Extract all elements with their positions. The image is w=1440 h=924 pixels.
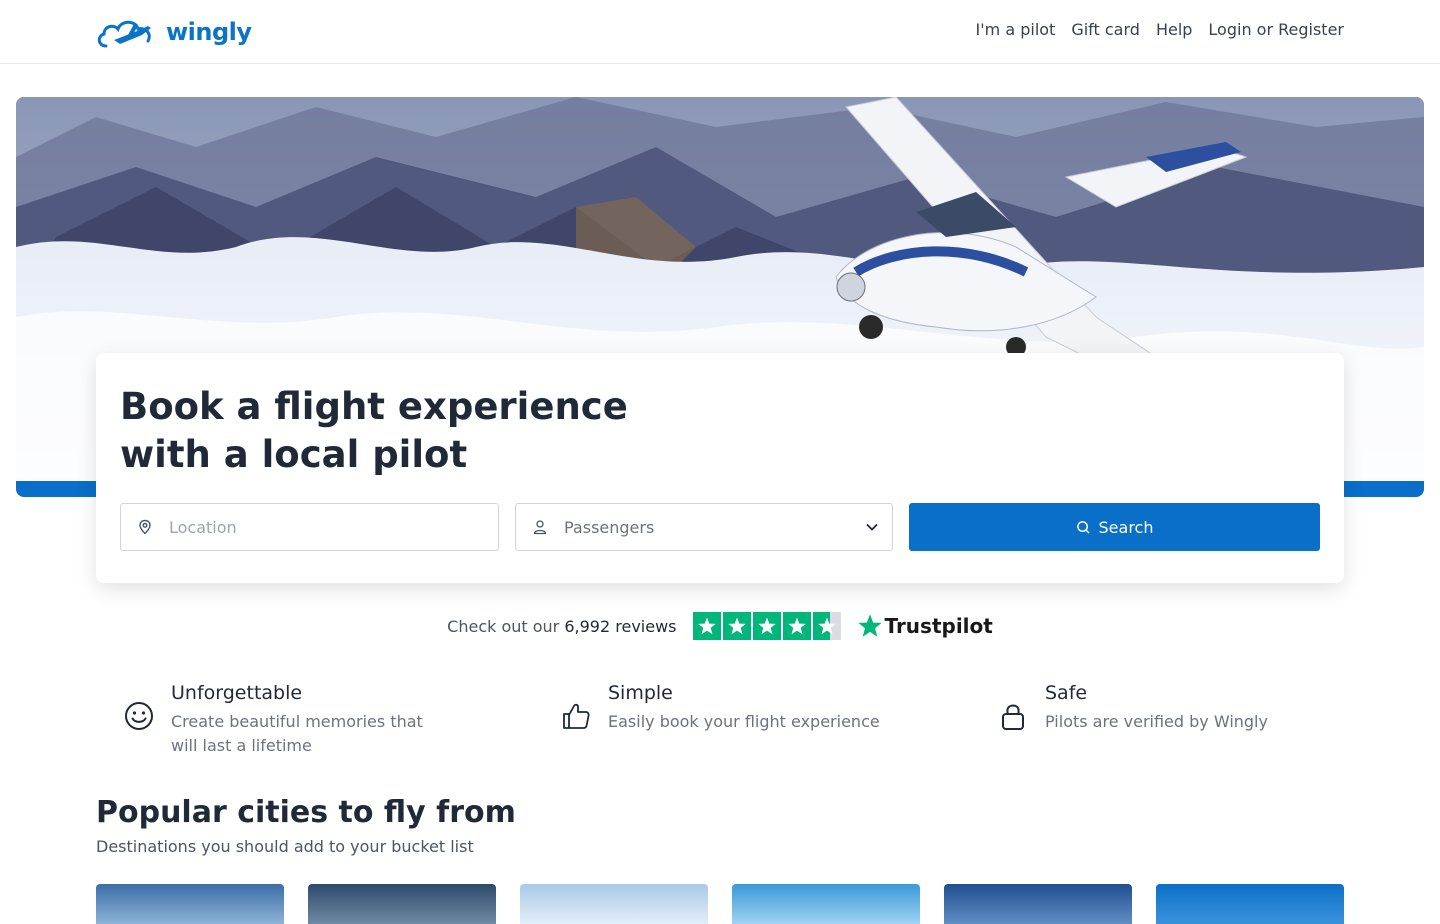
headline-line-1: Book a flight experience (120, 385, 628, 428)
reviews-text: Check out our 6,992 reviews (447, 617, 676, 636)
feature-description: Easily book your flight experience (608, 712, 880, 731)
search-button-label: Search (1098, 517, 1154, 537)
trustpilot-stars (692, 612, 841, 640)
city-card[interactable] (1156, 884, 1344, 924)
map-pin-icon (121, 519, 169, 535)
passengers-placeholder: Passengers (564, 517, 655, 537)
city-card[interactable] (732, 884, 920, 924)
nav-gift-card[interactable]: Gift card (1071, 20, 1140, 39)
feature-description: Pilots are verified by Wingly (1045, 712, 1268, 731)
city-card[interactable] (520, 884, 708, 924)
popular-cities-title: Popular cities to fly from (96, 795, 516, 830)
star-half-icon (812, 612, 841, 640)
nav-im-a-pilot[interactable]: I'm a pilot (976, 20, 1056, 39)
star-icon (752, 612, 781, 640)
nav-help[interactable]: Help (1156, 20, 1192, 39)
feature-simple: Simple Easily book your flight experienc… (560, 680, 880, 734)
feature-safe: Safe Pilots are verified by Wingly (997, 680, 1268, 734)
city-card[interactable] (96, 884, 284, 924)
search-button[interactable]: Search (909, 503, 1320, 551)
smiley-icon (125, 702, 153, 730)
star-icon (692, 612, 721, 640)
thumbs-up-icon (563, 703, 590, 729)
nav-login-register[interactable]: Login or Register (1208, 20, 1344, 39)
location-input[interactable] (169, 517, 469, 537)
passengers-select[interactable]: Passengers (515, 503, 893, 551)
logo-text: wingly (166, 18, 252, 46)
trustpilot-star-icon (857, 614, 882, 637)
star-icon (782, 612, 811, 640)
star-icon (722, 612, 751, 640)
cloud-plane-logo-icon (97, 20, 151, 48)
trustpilot-logo[interactable]: Trustpilot (857, 613, 993, 639)
lock-icon (1002, 704, 1024, 730)
search-icon (1076, 520, 1090, 534)
trustpilot-text: Trustpilot (884, 614, 993, 638)
top-header: wingly I'm a pilot Gift card Help Login … (0, 0, 1440, 64)
city-card[interactable] (308, 884, 496, 924)
location-field[interactable] (120, 503, 499, 551)
chevron-down-icon (852, 520, 892, 534)
city-card[interactable] (944, 884, 1132, 924)
headline-line-2: with a local pilot (120, 433, 468, 476)
person-icon (516, 519, 564, 535)
feature-title: Safe (1045, 682, 1088, 704)
feature-title: Simple (608, 682, 673, 704)
search-card: Book a flight experience with a local pi… (96, 353, 1344, 583)
reviews-bar: Check out our 6,992 reviews Trustpilot (0, 612, 1440, 640)
feature-unforgettable: Unforgettable Create beautiful memories … (123, 680, 431, 758)
feature-description: Create beautiful memories that will last… (171, 712, 423, 755)
wingly-logo[interactable]: wingly (96, 14, 252, 50)
reviews-prefix: Check out our (447, 616, 560, 636)
popular-cities-subtitle: Destinations you should add to your buck… (96, 837, 474, 856)
main-nav: I'm a pilot Gift card Help Login or Regi… (976, 20, 1344, 39)
hero-headline: Book a flight experience with a local pi… (120, 383, 720, 479)
reviews-count[interactable]: 6,992 reviews (564, 617, 676, 636)
feature-title: Unforgettable (171, 682, 303, 704)
